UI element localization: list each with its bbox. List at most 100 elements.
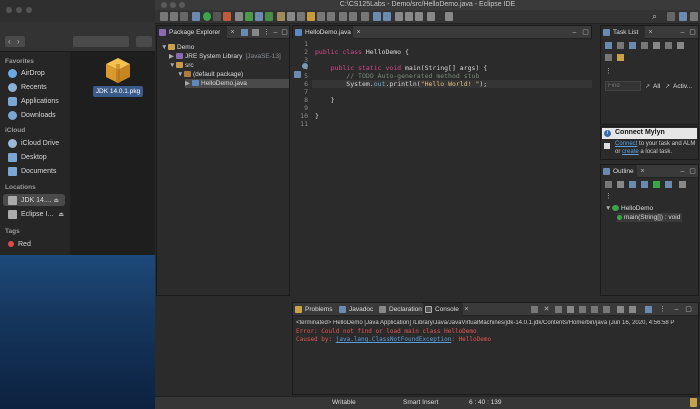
- minimize-view-icon[interactable]: –: [679, 168, 686, 175]
- tree-item[interactable]: ▼ (default package): [177, 70, 243, 79]
- terminate-icon[interactable]: [531, 306, 538, 313]
- package-icon[interactable]: [104, 56, 132, 84]
- pin-editor-icon[interactable]: [427, 12, 435, 21]
- connect-link[interactable]: Connect: [615, 141, 637, 147]
- hide-fields-icon[interactable]: [629, 181, 636, 188]
- tab-problems[interactable]: Problems: [293, 303, 337, 316]
- maximize-view-icon[interactable]: ▢: [689, 168, 696, 175]
- chevron-down-icon[interactable]: ▼: [169, 61, 176, 70]
- prev-annotation-icon[interactable]: [383, 12, 391, 21]
- maximize-editor-icon[interactable]: ▢: [582, 29, 589, 36]
- run-icon[interactable]: [203, 12, 211, 21]
- tab-declaration[interactable]: Declaration: [377, 303, 423, 316]
- repository-icon[interactable]: [605, 54, 612, 61]
- activate-icon[interactable]: ↗: [665, 83, 670, 90]
- chevron-down-icon[interactable]: ▼: [161, 43, 168, 52]
- sidebar-item-icloud-drive[interactable]: iCloud Drive: [8, 137, 70, 149]
- toggle-mark-icon[interactable]: [297, 12, 305, 21]
- toggle-breadcrumb-icon[interactable]: [317, 12, 325, 21]
- sidebar-item-eclipse-installer[interactable]: Eclipse I... ⏏: [8, 208, 70, 220]
- sidebar-item-applications[interactable]: Applications: [8, 95, 70, 107]
- hide-static-icon[interactable]: [641, 181, 648, 188]
- pin-console-icon[interactable]: [603, 306, 610, 313]
- new-class-icon[interactable]: [265, 12, 273, 21]
- chevron-down-icon[interactable]: ▼: [177, 70, 184, 79]
- close-view-icon[interactable]: ×: [639, 168, 646, 175]
- new-icon[interactable]: [160, 12, 168, 21]
- tab-console[interactable]: Console: [423, 303, 463, 316]
- hide-nonpublic-icon[interactable]: [653, 181, 660, 188]
- back-icon[interactable]: [405, 12, 413, 21]
- new-package-icon[interactable]: [255, 12, 263, 21]
- minimize-button[interactable]: [16, 7, 22, 13]
- new-task-icon[interactable]: [605, 42, 612, 49]
- tree-item[interactable]: ▼ Demo: [161, 43, 194, 52]
- collapse-tasks-icon[interactable]: [653, 42, 660, 49]
- minimize-button[interactable]: [170, 2, 176, 8]
- search-tool-icon[interactable]: [287, 12, 295, 21]
- notification-icon[interactable]: [690, 398, 697, 407]
- activate-label[interactable]: Activ...: [673, 83, 692, 90]
- tab-javadoc[interactable]: Javadoc: [337, 303, 377, 316]
- external-tools-icon[interactable]: [235, 12, 243, 21]
- chevron-right-icon[interactable]: ▶: [185, 79, 192, 88]
- close-view-icon[interactable]: ×: [647, 29, 654, 36]
- view-menu-icon[interactable]: ⋮: [659, 306, 666, 313]
- view-mode-buttons[interactable]: [73, 36, 129, 47]
- word-wrap-console-icon[interactable]: [591, 306, 598, 313]
- sidebar-item-tag-red[interactable]: Red: [8, 238, 70, 250]
- focus-icon[interactable]: [641, 42, 648, 49]
- query-icon[interactable]: [617, 54, 624, 61]
- tree-item[interactable]: ▶ JRE System Library [JavaSE-13]: [169, 52, 281, 61]
- create-link[interactable]: create: [622, 149, 639, 155]
- collapse-all-icon[interactable]: [241, 29, 248, 36]
- save-all-icon[interactable]: [180, 12, 188, 21]
- remove-launch-icon[interactable]: ✕: [543, 306, 550, 313]
- java-perspective-icon[interactable]: [679, 12, 687, 21]
- minimize-view-icon[interactable]: –: [272, 29, 279, 36]
- clear-console-icon[interactable]: [567, 306, 574, 313]
- code-editor[interactable]: 1 2 3 4 5 6 7 8 9 10 11 public class HelloDemo { p…: [292, 39, 592, 296]
- run-dropdown-icon[interactable]: [213, 12, 221, 21]
- search-icon[interactable]: ⌕: [652, 11, 657, 22]
- close-view-icon[interactable]: ×: [229, 29, 236, 36]
- sort-icon[interactable]: [617, 181, 624, 188]
- coverage-icon[interactable]: [223, 12, 231, 21]
- new-java-project-icon[interactable]: [245, 12, 253, 21]
- synchronize-icon[interactable]: [617, 42, 624, 49]
- minimize-view-icon[interactable]: –: [679, 29, 686, 36]
- tab-task-list[interactable]: Task List: [601, 26, 645, 39]
- tab-outline[interactable]: Outline: [601, 165, 637, 178]
- new-console-icon[interactable]: [645, 306, 652, 313]
- tab-hellodemo-java[interactable]: HelloDemo.java: [293, 26, 353, 39]
- sidebar-item-documents[interactable]: Documents: [8, 165, 70, 177]
- minimize-editor-icon[interactable]: –: [571, 29, 578, 36]
- next-annotation-icon[interactable]: [373, 12, 381, 21]
- forward-icon[interactable]: [415, 12, 423, 21]
- file-label[interactable]: JDK 14.0.1.pkg: [93, 86, 143, 97]
- annotation-icon[interactable]: [361, 12, 369, 21]
- view-menu-icon[interactable]: ⋮: [605, 68, 612, 75]
- back-forward-buttons[interactable]: ‹ ›: [5, 36, 25, 47]
- close-console-icon[interactable]: ×: [463, 306, 470, 313]
- pen-icon[interactable]: [307, 12, 315, 21]
- sidebar-item-recents[interactable]: Recents: [8, 81, 70, 93]
- sidebar-item-desktop[interactable]: Desktop: [8, 151, 70, 163]
- sidebar-item-jdk[interactable]: JDK 14.... ⏏: [3, 194, 65, 206]
- open-type-icon[interactable]: [277, 12, 285, 21]
- view-menu-icon[interactable]: ⋮: [605, 193, 612, 200]
- expand-tasks-icon[interactable]: [665, 42, 672, 49]
- open-perspective-icon[interactable]: [667, 12, 675, 21]
- all-filter-icon[interactable]: ↗: [645, 83, 650, 90]
- outline-method-item[interactable]: main(String[]) : void: [617, 213, 683, 222]
- open-console-icon[interactable]: [629, 306, 636, 313]
- link-editor-icon[interactable]: [252, 29, 259, 36]
- outline-class-item[interactable]: ▼ HelloDemo: [605, 204, 653, 213]
- group-button[interactable]: [136, 36, 152, 47]
- all-filter-label[interactable]: All: [653, 83, 660, 90]
- show-schedule-icon[interactable]: [677, 42, 684, 49]
- display-console-icon[interactable]: [617, 306, 624, 313]
- categorized-icon[interactable]: [629, 42, 636, 49]
- close-button[interactable]: [161, 2, 167, 8]
- link-with-editor-icon[interactable]: [679, 181, 686, 188]
